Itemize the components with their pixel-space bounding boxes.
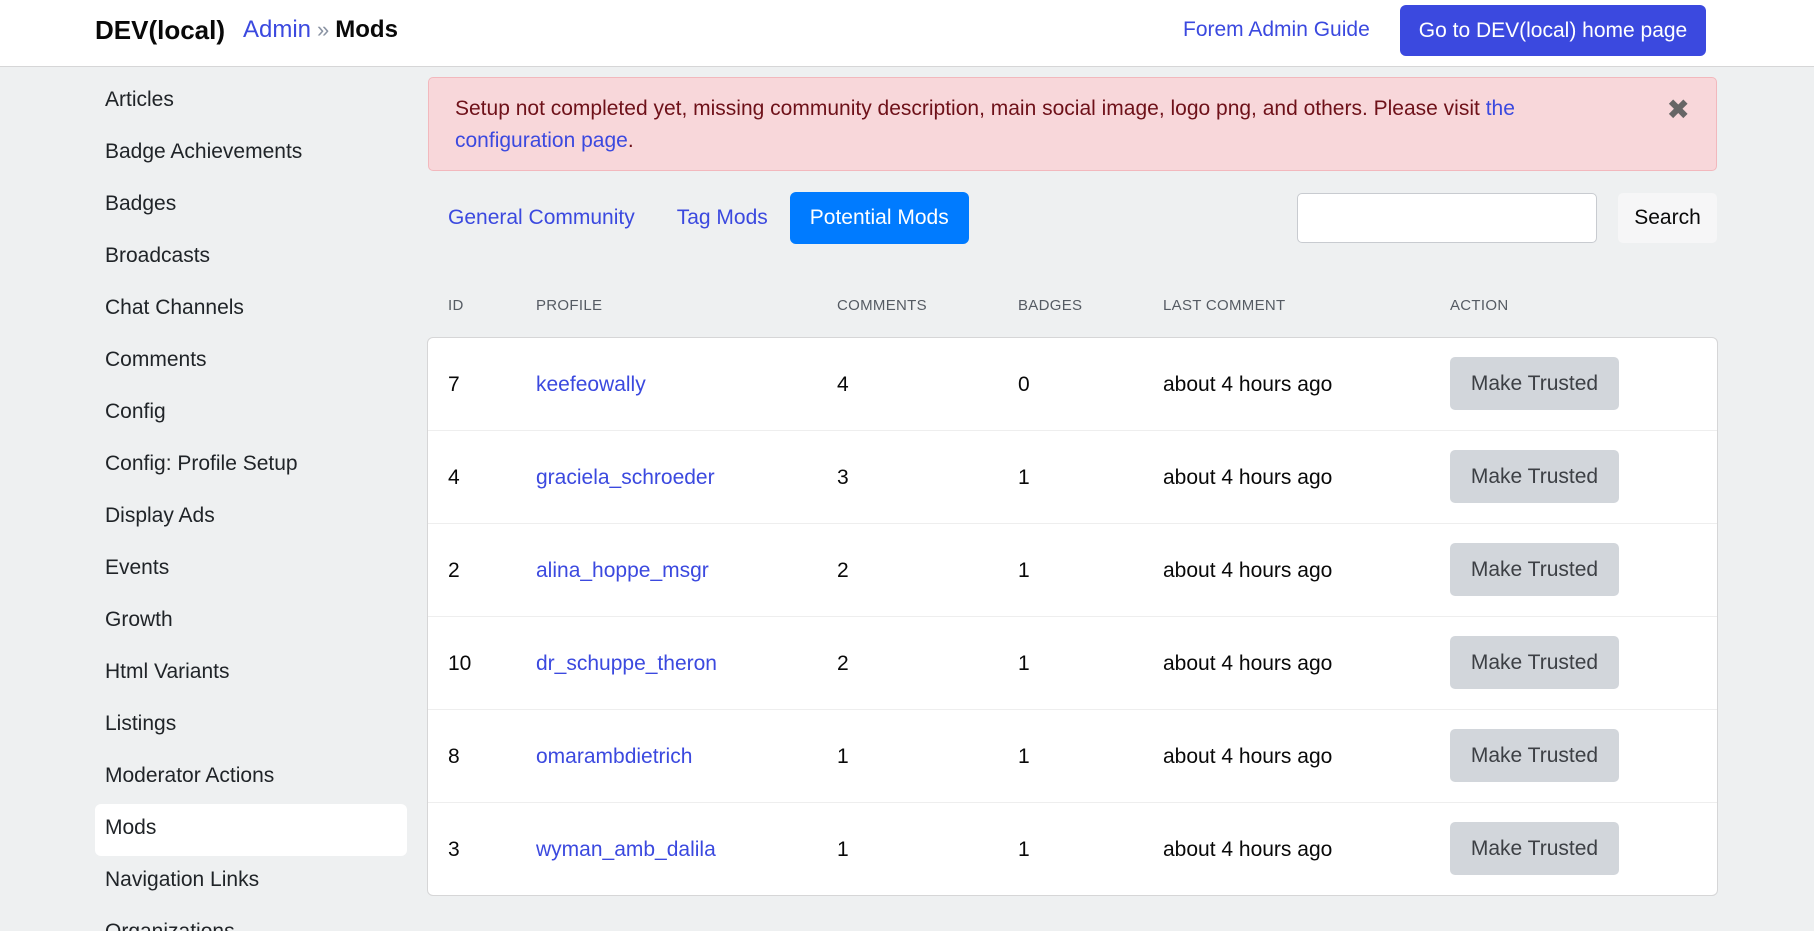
- search-input[interactable]: [1297, 193, 1597, 243]
- header-id: ID: [448, 297, 464, 314]
- sidebar-item-moderator-actions[interactable]: Moderator Actions: [95, 752, 407, 804]
- cell-last-comment: about 4 hours ago: [1163, 838, 1333, 861]
- table-row: 4 graciela_schroeder 3 1 about 4 hours a…: [428, 431, 1717, 524]
- cell-badges: 0: [1018, 373, 1030, 396]
- profile-link[interactable]: keefeowally: [536, 338, 646, 431]
- sidebar-item-listings[interactable]: Listings: [95, 700, 407, 752]
- sidebar-item-badges[interactable]: Badges: [95, 180, 407, 232]
- cell-id: 3: [448, 838, 460, 861]
- home-page-button[interactable]: Go to DEV(local) home page: [1400, 5, 1706, 56]
- tab-general-community[interactable]: General Community: [428, 192, 655, 244]
- table-row: 2 alina_hoppe_msgr 2 1 about 4 hours ago…: [428, 524, 1717, 617]
- header-comments: COMMENTS: [837, 297, 927, 314]
- sidebar-item-config-profile-setup[interactable]: Config: Profile Setup: [95, 440, 407, 492]
- admin-sidebar: Articles Badge Achievements Badges Broad…: [95, 76, 407, 931]
- sidebar-item-chat-channels[interactable]: Chat Channels: [95, 284, 407, 336]
- profile-link[interactable]: alina_hoppe_msgr: [536, 524, 709, 617]
- sidebar-item-badge-achievements[interactable]: Badge Achievements: [95, 128, 407, 180]
- cell-comments: 1: [837, 745, 849, 768]
- setup-alert: Setup not completed yet, missing communi…: [428, 77, 1717, 171]
- cell-badges: 1: [1018, 466, 1030, 489]
- sidebar-item-html-variants[interactable]: Html Variants: [95, 648, 407, 700]
- breadcrumb-current: Mods: [335, 16, 398, 43]
- mods-tabs: General Community Tag Mods Potential Mod…: [428, 192, 971, 244]
- header-last-comment: LAST COMMENT: [1163, 297, 1286, 314]
- profile-link[interactable]: wyman_amb_dalila: [536, 803, 716, 895]
- table-row: 7 keefeowally 4 0 about 4 hours ago Make…: [428, 338, 1717, 431]
- profile-link[interactable]: dr_schuppe_theron: [536, 617, 717, 710]
- table-header: ID PROFILE COMMENTS BADGES LAST COMMENT …: [448, 297, 1708, 317]
- search-button[interactable]: Search: [1618, 193, 1717, 243]
- table-row: 3 wyman_amb_dalila 1 1 about 4 hours ago…: [428, 803, 1717, 895]
- sidebar-item-mods[interactable]: Mods: [95, 804, 407, 856]
- make-trusted-button[interactable]: Make Trusted: [1450, 543, 1619, 596]
- tab-potential-mods[interactable]: Potential Mods: [789, 192, 969, 244]
- header-action: ACTION: [1450, 297, 1509, 314]
- cell-comments: 4: [837, 373, 849, 396]
- cell-id: 4: [448, 466, 460, 489]
- sidebar-item-display-ads[interactable]: Display Ads: [95, 492, 407, 544]
- alert-suffix: .: [627, 129, 634, 152]
- cell-last-comment: about 4 hours ago: [1163, 745, 1333, 768]
- sidebar-item-organizations[interactable]: Organizations: [95, 908, 407, 931]
- breadcrumb-separator: »: [317, 17, 330, 42]
- cell-last-comment: about 4 hours ago: [1163, 373, 1333, 396]
- make-trusted-button[interactable]: Make Trusted: [1450, 357, 1619, 410]
- sidebar-item-navigation-links[interactable]: Navigation Links: [95, 856, 407, 908]
- cell-id: 2: [448, 559, 460, 582]
- sidebar-item-config[interactable]: Config: [95, 388, 407, 440]
- cell-id: 7: [448, 373, 460, 396]
- cell-last-comment: about 4 hours ago: [1163, 652, 1333, 675]
- sidebar-item-broadcasts[interactable]: Broadcasts: [95, 232, 407, 284]
- make-trusted-button[interactable]: Make Trusted: [1450, 636, 1619, 689]
- cell-badges: 1: [1018, 559, 1030, 582]
- table-row: 8 omarambdietrich 1 1 about 4 hours ago …: [428, 710, 1717, 803]
- breadcrumb-admin-link[interactable]: Admin: [243, 16, 311, 44]
- cell-comments: 2: [837, 559, 849, 582]
- profile-link[interactable]: graciela_schroeder: [536, 431, 715, 524]
- make-trusted-button[interactable]: Make Trusted: [1450, 450, 1619, 503]
- cell-badges: 1: [1018, 745, 1030, 768]
- cell-comments: 2: [837, 652, 849, 675]
- breadcrumb: Admin » Mods: [243, 16, 398, 44]
- sidebar-item-events[interactable]: Events: [95, 544, 407, 596]
- cell-last-comment: about 4 hours ago: [1163, 559, 1333, 582]
- cell-id: 8: [448, 745, 460, 768]
- sidebar-item-comments[interactable]: Comments: [95, 336, 407, 388]
- cell-badges: 1: [1018, 652, 1030, 675]
- header-badges: BADGES: [1018, 297, 1083, 314]
- cell-id: 10: [448, 652, 472, 675]
- cell-last-comment: about 4 hours ago: [1163, 466, 1333, 489]
- profile-link[interactable]: omarambdietrich: [536, 710, 692, 803]
- cell-badges: 1: [1018, 838, 1030, 861]
- sidebar-item-articles[interactable]: Articles: [95, 76, 407, 128]
- top-bar: DEV(local) Admin » Mods Forem Admin Guid…: [0, 0, 1814, 67]
- close-icon[interactable]: ✖: [1667, 94, 1690, 126]
- potential-mods-table: 7 keefeowally 4 0 about 4 hours ago Make…: [427, 337, 1718, 896]
- admin-guide-link[interactable]: Forem Admin Guide: [1183, 18, 1370, 42]
- cell-comments: 1: [837, 838, 849, 861]
- make-trusted-button[interactable]: Make Trusted: [1450, 729, 1619, 782]
- tab-tag-mods[interactable]: Tag Mods: [657, 192, 788, 244]
- header-profile: PROFILE: [536, 297, 603, 314]
- cell-comments: 3: [837, 466, 849, 489]
- table-row: 10 dr_schuppe_theron 2 1 about 4 hours a…: [428, 617, 1717, 710]
- make-trusted-button[interactable]: Make Trusted: [1450, 822, 1619, 875]
- brand-logo-text[interactable]: DEV(local): [95, 15, 225, 46]
- alert-message: Setup not completed yet, missing communi…: [455, 97, 1486, 120]
- sidebar-item-growth[interactable]: Growth: [95, 596, 407, 648]
